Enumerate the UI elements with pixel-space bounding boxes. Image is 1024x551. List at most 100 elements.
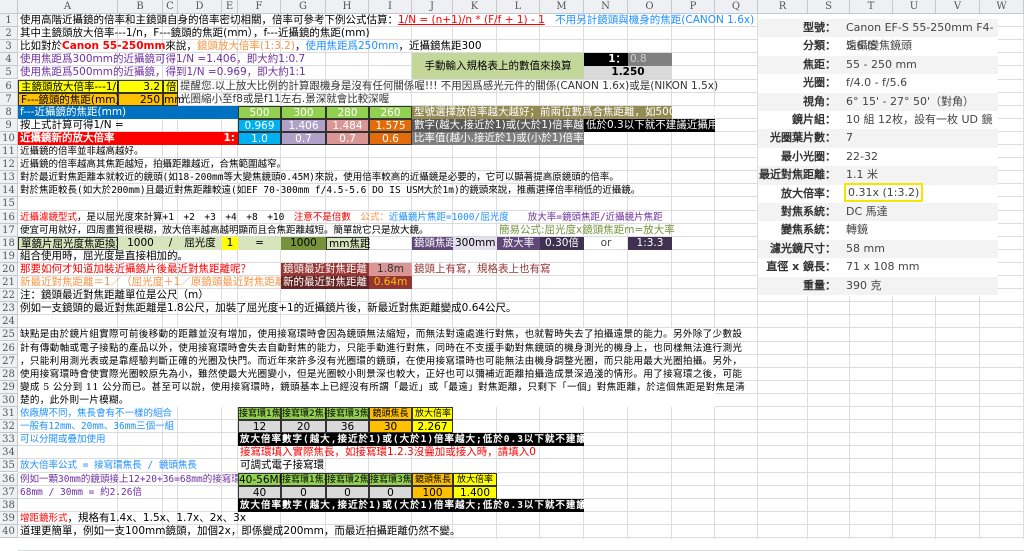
column-header[interactable]: W: [980, 0, 1024, 14]
column-header[interactable]: D: [178, 0, 222, 14]
column-header[interactable]: B: [118, 0, 163, 14]
column-header[interactable]: J: [412, 0, 453, 14]
column-header[interactable]: I: [369, 0, 412, 14]
text-row-21[interactable]: 新最近對焦距離＝1／（屈光度＋1／原鏡頭最近對焦距離）: [18, 276, 296, 289]
text-row-32[interactable]: 一般有12mm、20mm、36mm三個一組: [18, 420, 174, 433]
column-header[interactable]: S: [808, 0, 850, 14]
row-header[interactable]: 9: [0, 118, 18, 132]
paragraph-line[interactable]: 缺點是由於鏡片組實際可前後移動的距離並沒有增加，使用接寫環時會因為鏡頭無法縮短，…: [18, 328, 742, 342]
column-header[interactable]: E: [222, 0, 238, 14]
column-header[interactable]: V: [936, 0, 980, 14]
filter-type-row[interactable]: 近攝濾鏡型式，是以屈光度來計算+1 +2 +3 +4 +8 +10 注意不是倍數…: [18, 211, 663, 224]
row-header[interactable]: 19: [0, 249, 18, 263]
column-header[interactable]: L: [497, 0, 540, 14]
row-header[interactable]: 32: [0, 420, 18, 434]
manual-input-cell[interactable]: 0.8: [628, 53, 672, 67]
row-header[interactable]: 34: [0, 446, 18, 460]
closeup-focal-4[interactable]: 260: [369, 105, 412, 119]
row-header[interactable]: 27: [0, 354, 18, 368]
text-row-20[interactable]: 那要如何才知道加裝近攝鏡片後最近對焦距離呢？: [18, 263, 251, 276]
tube1-lens-input[interactable]: 30: [369, 420, 412, 434]
row-header[interactable]: 7: [0, 92, 18, 106]
row-header[interactable]: 30: [0, 393, 18, 407]
text-row-17[interactable]: 便宜可用就好，四周畫質很模糊，放大倍率越高越明顯而且合焦距離越短。簡單說它只是放…: [18, 224, 429, 237]
row-header[interactable]: 2: [0, 27, 18, 41]
row-header[interactable]: 33: [0, 433, 18, 447]
text-row-22[interactable]: 注：鏡頭最近對焦距離單位是公尺（m）: [18, 289, 209, 302]
row-header[interactable]: 21: [0, 276, 18, 290]
tube2-lens-input[interactable]: 100: [412, 485, 453, 499]
paragraph-line[interactable]: 變成 5 公分到 11 公分而已。甚至可以說，使用接寫環時，鏡頭基本上已經沒有所…: [18, 380, 745, 394]
cell-example-300[interactable]: 使用焦距爲300mm的近攝鏡可得1/N =1.406，即大約1:0.7: [18, 53, 305, 66]
tube2-input[interactable]: 0: [369, 485, 412, 499]
closeup-focal-1[interactable]: 500: [238, 105, 281, 119]
column-header[interactable]: T: [850, 0, 893, 14]
text-row-13[interactable]: 對於最近對焦距離本就較近的鏡頭(如18-200mm等大變焦鏡頭0.45M)來說，…: [18, 171, 619, 184]
column-header[interactable]: F: [238, 0, 281, 14]
paragraph-line[interactable]: 楚的，此外則一片模糊。: [18, 393, 715, 407]
paragraph-line[interactable]: 使用接寫環時會使實際光圈較原先為小，雖然使最大光圈變小，但是光圈較小則景深也較大…: [18, 367, 742, 381]
row-header[interactable]: 16: [0, 210, 18, 224]
teleconverter-row[interactable]: 增距鏡形式，規格有1.4x、1.5x、1.7x、2x、3x: [18, 512, 246, 525]
text-row-14[interactable]: 對於焦距較長(如大於200mm)且最近對焦距離較遠(如EF 70-300mm f…: [18, 184, 640, 197]
row-header[interactable]: 11: [0, 145, 18, 159]
column-header[interactable]: R: [758, 0, 808, 14]
tube2-input[interactable]: 0: [326, 485, 369, 499]
lens-focal-input[interactable]: 300mm: [453, 236, 497, 250]
row-header[interactable]: 28: [0, 367, 18, 381]
text-row-12[interactable]: 近攝鏡的倍率越高其焦距越短，拍攝距離越近，合焦範圍越窄。: [18, 158, 286, 171]
closeup-focal-2[interactable]: 300: [281, 105, 326, 119]
column-header[interactable]: N: [584, 0, 628, 14]
closeup-focal-3[interactable]: 280: [326, 105, 369, 119]
text-row-36[interactable]: 例如一顆30mm的鏡頭接上12+20+36=68mm的接寫環: [18, 473, 241, 486]
paragraph-line[interactable]: 計有傳動軸或電子接點的產品以外，使用接寫環時會失去自動對焦的能力，只能手動進行對…: [18, 341, 742, 355]
row-header[interactable]: 13: [0, 171, 18, 185]
tube1-input[interactable]: 36: [326, 420, 369, 434]
row-header[interactable]: 37: [0, 485, 18, 499]
row-header[interactable]: 25: [0, 328, 18, 342]
spreadsheet-grid[interactable]: 使用高階近攝鏡的倍率和主鏡頭自身的倍率密切相關，倍率可參考下例公式估算：1/N …: [0, 0, 1024, 551]
row-header[interactable]: 40: [0, 524, 18, 538]
row-header[interactable]: 5: [0, 66, 18, 80]
row-header[interactable]: 18: [0, 236, 18, 250]
column-header[interactable]: A: [18, 0, 118, 14]
row-header[interactable]: 36: [0, 472, 18, 486]
row-header[interactable]: 4: [0, 53, 18, 67]
row-header[interactable]: 1: [0, 14, 18, 28]
min-focus-input[interactable]: 1.8m: [369, 262, 412, 276]
column-header[interactable]: C: [163, 0, 178, 14]
text-row-35[interactable]: 放大倍率公式 = 接寫環焦長 / 鏡頭焦長: [18, 459, 197, 472]
column-header[interactable]: U: [893, 0, 936, 14]
row-header[interactable]: 12: [0, 158, 18, 172]
row-header[interactable]: 15: [0, 197, 18, 211]
row-header[interactable]: 23: [0, 302, 18, 316]
text-row-31[interactable]: 依廠牌不同，焦長會有不一樣的組合: [18, 407, 172, 420]
row-header[interactable]: 14: [0, 184, 18, 198]
cell-intro[interactable]: 使用高階近攝鏡的倍率和主鏡頭自身的倍率密切相關，倍率可參考下例公式估算：1/N …: [18, 14, 754, 27]
row-header[interactable]: 10: [0, 131, 18, 145]
select-all-corner[interactable]: [0, 0, 18, 14]
tube1-input[interactable]: 20: [281, 420, 326, 434]
text-row-19[interactable]: 組合使用時，屈光度是直接相加的。: [18, 250, 188, 263]
focal-input[interactable]: 250: [118, 92, 163, 106]
text-row-40[interactable]: 道理更簡單，例如一支100mm鏡頭，加個2x，即係變成200mm，而最近拍攝距離…: [18, 525, 460, 538]
row-header[interactable]: 31: [0, 407, 18, 421]
tube2-input[interactable]: 40: [238, 485, 281, 499]
column-header[interactable]: M: [540, 0, 584, 14]
row-header[interactable]: 8: [0, 105, 18, 119]
row-header[interactable]: 3: [0, 40, 18, 54]
row-header[interactable]: 20: [0, 262, 18, 276]
row-header[interactable]: 6: [0, 79, 18, 93]
cell-example-500[interactable]: 使用焦距爲500mm的近攝鏡，得到1/N =0.969，即大約1:1: [18, 66, 306, 79]
cell-definitions[interactable]: 其中主鏡頭放大倍率---1/n，F---鏡頭的焦距(mm），f---近攝鏡的焦距…: [18, 27, 370, 40]
cell-example[interactable]: 比如對於Canon 55-250mm來說，鏡頭放大倍率(1:3.2)，使用焦距爲…: [18, 40, 482, 53]
column-header[interactable]: P: [672, 0, 715, 14]
column-header[interactable]: O: [628, 0, 672, 14]
column-header[interactable]: Q: [715, 0, 758, 14]
text-row-23[interactable]: 例如一支鏡頭的最近對焦距離是1.8公尺，加裝了屈光度+1的近攝鏡片後，新最近對焦…: [18, 302, 517, 315]
row-header[interactable]: 26: [0, 341, 18, 355]
row-header[interactable]: 22: [0, 289, 18, 303]
row-header[interactable]: 38: [0, 498, 18, 512]
row-header[interactable]: 35: [0, 459, 18, 473]
column-header[interactable]: G: [281, 0, 326, 14]
